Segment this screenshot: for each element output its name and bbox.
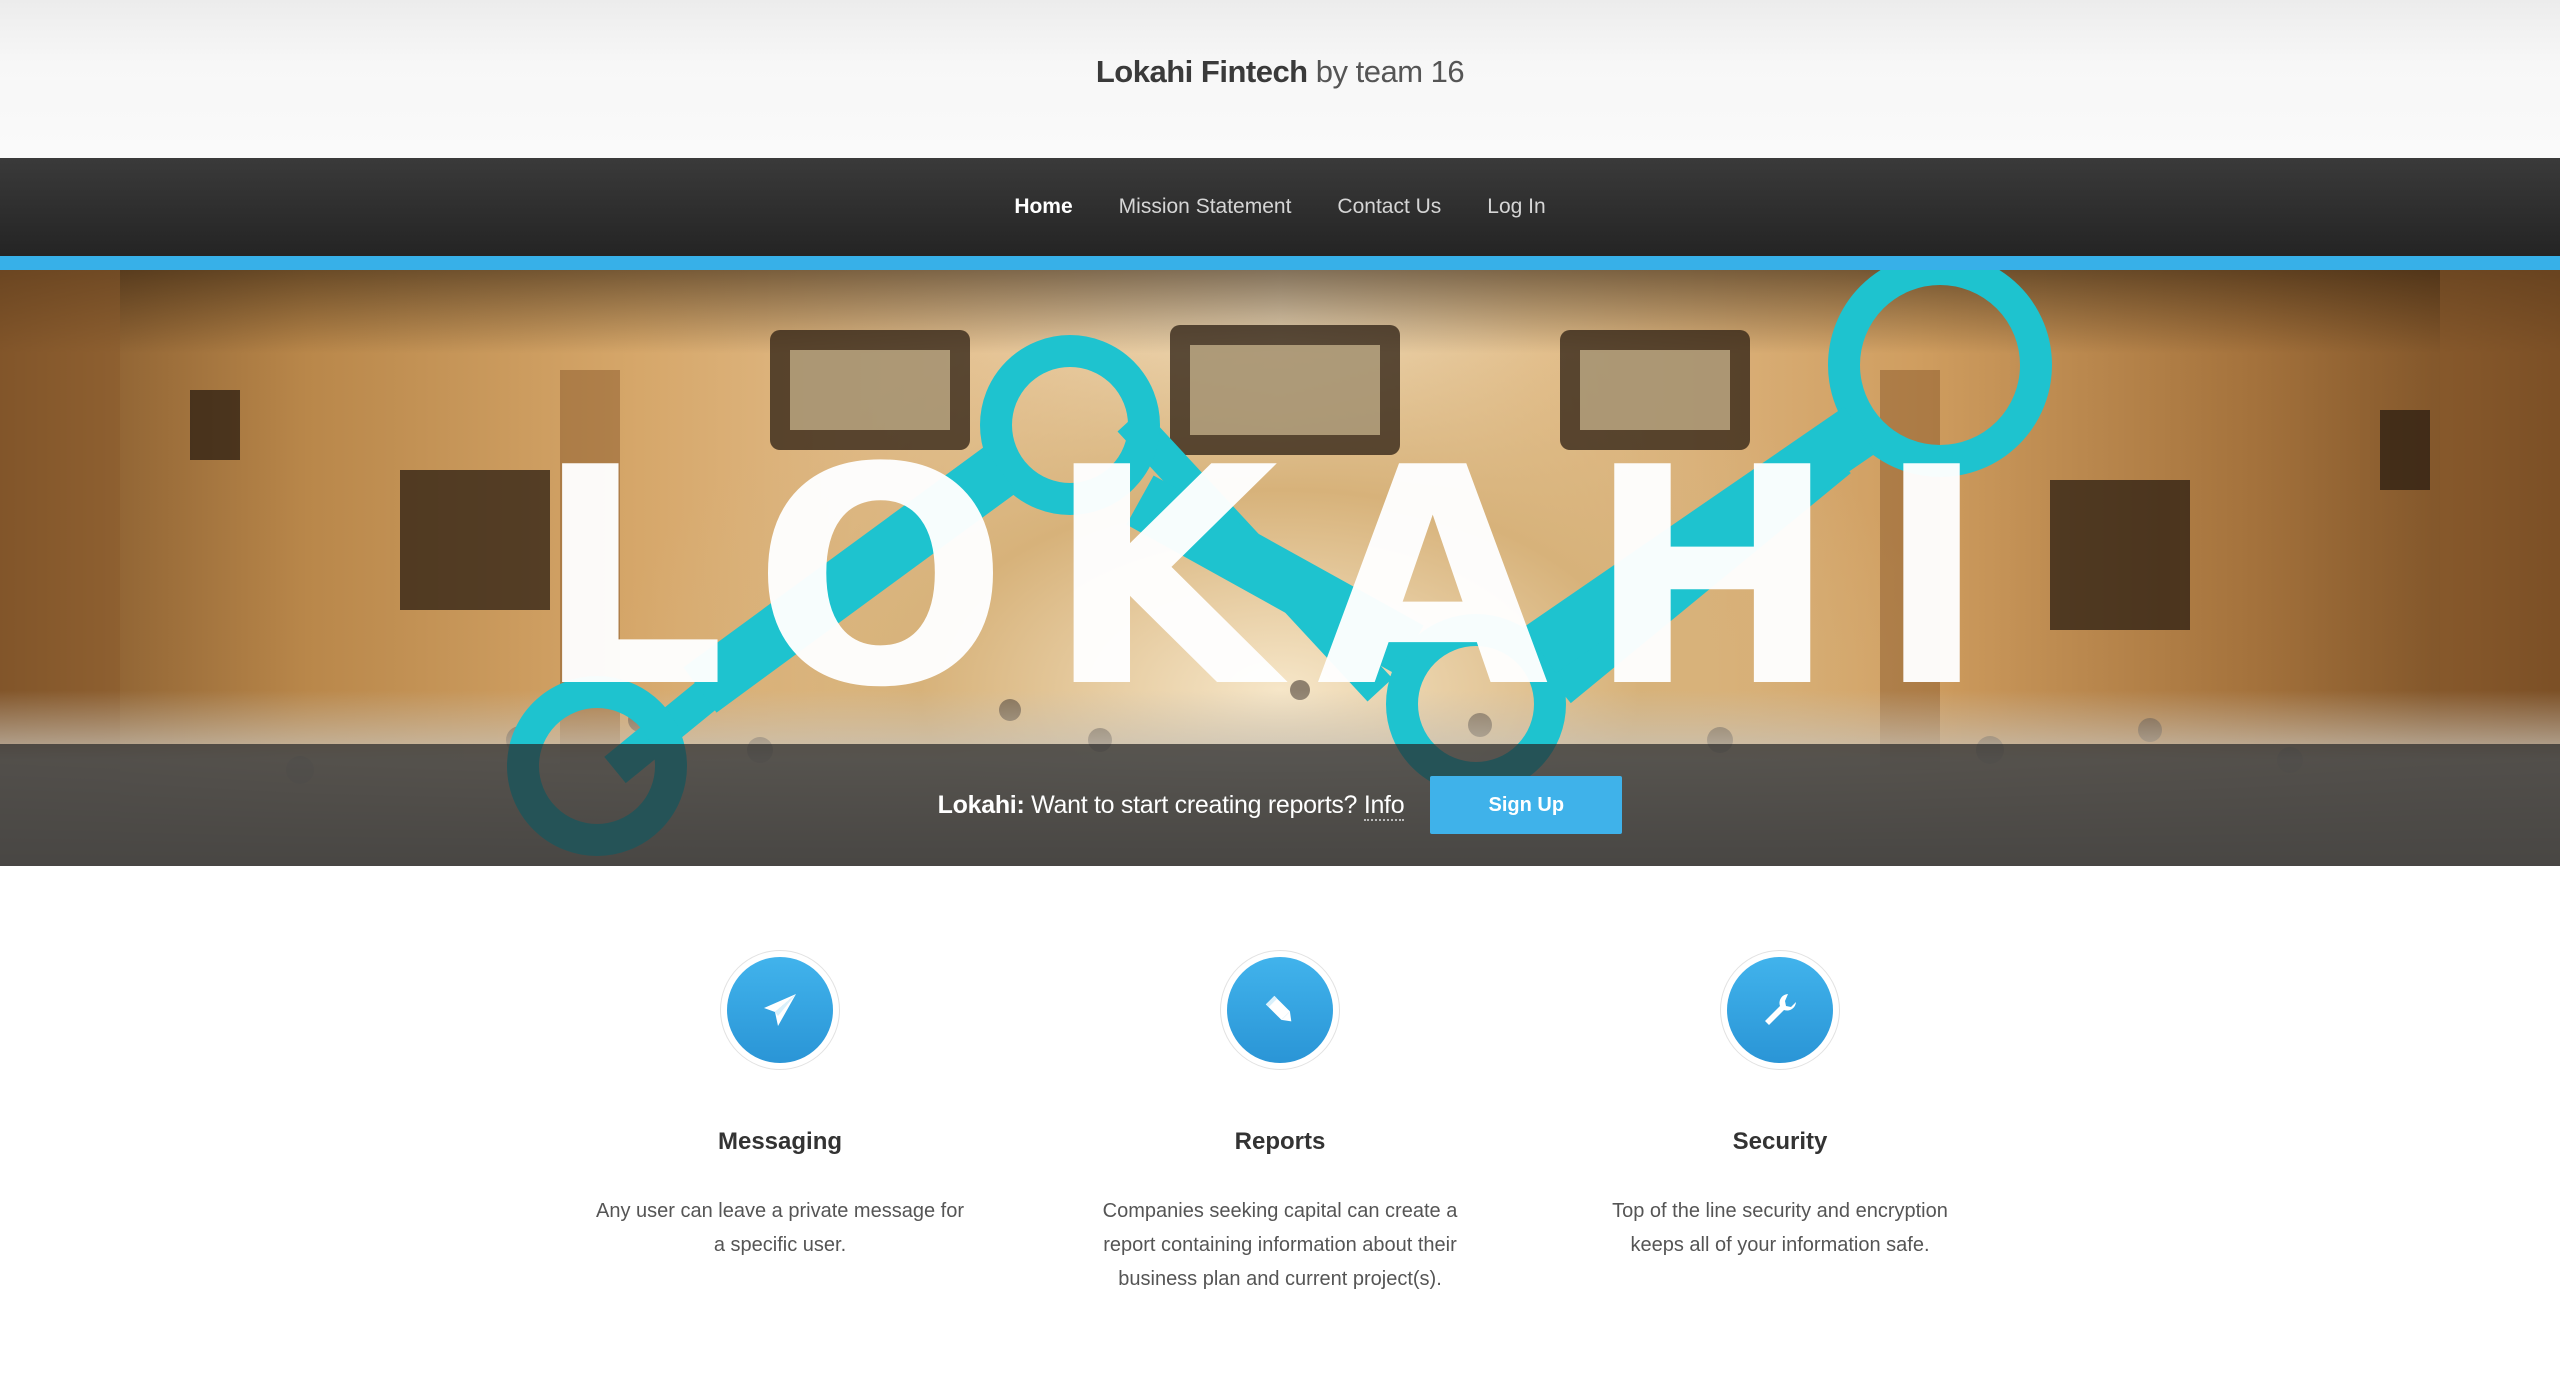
feature-description: Any user can leave a private message for…	[596, 1200, 964, 1256]
info-link[interactable]: Info	[1363, 790, 1405, 821]
nav-item-log-in[interactable]: Log In	[1464, 195, 1568, 219]
nav-list: Home Mission Statement Contact Us Log In	[0, 158, 2560, 293]
feature-title: Reports	[1234, 1128, 1326, 1155]
nav-item-home[interactable]: Home	[991, 195, 1095, 293]
pencil-icon	[1227, 957, 1333, 1063]
nav-item-contact-us[interactable]: Contact Us	[1314, 195, 1464, 219]
cta-bar: Lokahi: Want to start creating reports? …	[0, 744, 2560, 866]
lokahi-logo-text: LOKAHI	[535, 404, 2026, 753]
nav-item-label: Log In	[1487, 195, 1546, 218]
feature-description: Companies seeking capital can create a r…	[1102, 1200, 1458, 1290]
feature-title: Messaging	[717, 1128, 843, 1155]
site-byline: by team 16	[1315, 54, 1465, 89]
feature-description: Top of the line security and encryption …	[1612, 1200, 1948, 1256]
nav-item-label: Contact Us	[1337, 195, 1442, 218]
paper-plane-icon	[727, 957, 833, 1063]
feature-icon-ring	[1720, 950, 1840, 1070]
nav-item-label: Mission Statement	[1118, 195, 1292, 218]
feature-icon-ring	[1220, 950, 1340, 1070]
nav-item-mission-statement[interactable]: Mission Statement	[1096, 195, 1315, 219]
hero-banner: LOKAHI Lokahi: Want to start creating re…	[0, 270, 2560, 866]
main-nav: Home Mission Statement Contact Us Log In	[0, 158, 2560, 293]
feature-title: Security	[1732, 1128, 1828, 1155]
site-header: Lokahi Fintech by team 16	[0, 0, 2560, 158]
cta-text: Lokahi: Want to start creating reports? …	[937, 790, 1405, 821]
cta-message: Want to start creating reports?	[1031, 790, 1358, 819]
feature-icon-ring	[720, 950, 840, 1070]
signup-button[interactable]: Sign Up	[1430, 776, 1623, 834]
cta-brand: Lokahi:	[937, 790, 1025, 819]
wrench-icon	[1727, 957, 1833, 1063]
features-section: Messaging Any user can leave a private m…	[0, 950, 2560, 1310]
site-title[interactable]: Lokahi Fintech by team 16	[0, 54, 2560, 90]
nav-item-label: Home	[1014, 195, 1073, 218]
site-brand[interactable]: Lokahi Fintech	[1096, 54, 1308, 89]
